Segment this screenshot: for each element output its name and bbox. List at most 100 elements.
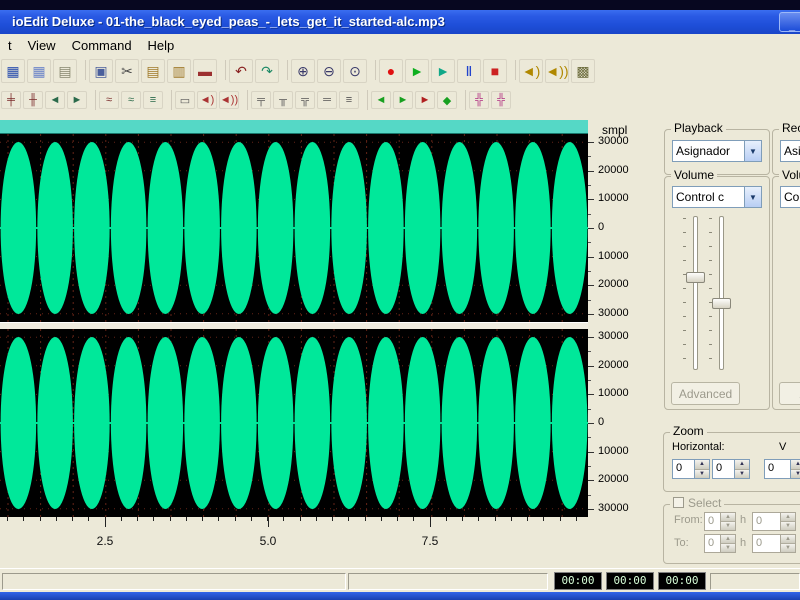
zoom-horizontal-spinner[interactable]: 0 ▲ ▼ [672,459,710,479]
pause-button[interactable]: Ⅱ [457,59,481,83]
spinner-buttons[interactable]: ▲ ▼ [734,460,749,478]
ruler-major-tick [105,517,106,527]
ruler-minor-tick [527,517,528,521]
fade-out-button[interactable]: ► [393,91,413,109]
status-panel [2,573,346,590]
play-button[interactable]: ► [405,59,429,83]
cue-3-button[interactable]: ╦ [295,91,315,109]
select-from-value: 0 [705,513,720,530]
region-start-button[interactable]: ◄ [45,91,65,109]
grid-mode-button[interactable]: ≡ [339,91,359,109]
zoom-in-button[interactable]: ⊕ [291,59,315,83]
copy-button[interactable]: ▣ [89,59,113,83]
volume-slider-left[interactable] [682,214,706,372]
menu-t[interactable]: t [0,34,20,53]
cut-button[interactable]: ✂ [115,59,139,83]
waveform-channel-right[interactable] [0,329,588,517]
waveform-channel-left[interactable] [0,134,588,322]
zoom-vertical-spinner[interactable]: 0 ▲ ▼ [764,459,800,479]
volume-control-dropdown[interactable]: Control c ▼ [672,186,762,208]
zoom-out-button[interactable]: ⊖ [317,59,341,83]
marker-clear-button[interactable]: ╫ [23,91,43,109]
time-display: 00:00 [606,572,654,590]
dropdown-arrow-icon[interactable]: ▼ [744,141,761,161]
spinner-buttons[interactable]: ▲ ▼ [790,460,800,478]
speaker-button[interactable]: ◄) [519,59,543,83]
spin-down-icon[interactable]: ▼ [791,470,800,479]
slider-track[interactable] [719,216,724,370]
wave-all-button[interactable]: ≡ [143,91,163,109]
ruler-minor-tick [7,517,8,521]
axis-tick [588,228,594,229]
spin-down-icon: ▼ [781,522,795,530]
spin-up-icon[interactable]: ▲ [695,460,709,470]
title-bar[interactable]: ioEdit Deluxe - 01-the_black_eyed_peas_-… [0,10,800,34]
playback-group-label: Playback [671,121,726,135]
mixer-button[interactable]: ▩ [571,59,595,83]
region-end-button[interactable]: ► [67,91,87,109]
speaker-test-button[interactable]: ◄)) [219,91,239,109]
record-volume-dropdown[interactable]: Cont [780,186,800,208]
record-volume-group-label: Volu [779,168,800,182]
paste-button[interactable]: ▤ [141,59,165,83]
record-device-dropdown[interactable]: Asigna [780,140,800,162]
menu-view[interactable]: View [20,34,64,53]
undo-button[interactable]: ↶ [229,59,253,83]
axis-tick [588,452,594,453]
cue-2-button[interactable]: ╥ [273,91,293,109]
overview-position-bar[interactable] [0,120,588,134]
fade-in-button[interactable]: ◄ [371,91,391,109]
slider-track[interactable] [693,216,698,370]
ruler-minor-tick [251,517,252,521]
menu-help[interactable]: Help [140,34,183,53]
wave-fit-button[interactable]: ≈ [121,91,141,109]
spin-down-icon[interactable]: ▼ [735,470,749,479]
marker-drop-button[interactable]: ╪ [1,91,21,109]
speaker-loud-button[interactable]: ◄)) [545,59,569,83]
wave-view-button[interactable]: ≈ [99,91,119,109]
axis-label: 0 [598,221,604,233]
ruler-mode-button[interactable]: ═ [317,91,337,109]
save-as-button[interactable]: ▦ [27,59,51,83]
spin-up-icon[interactable]: ▲ [735,460,749,470]
select-from-spinner-2: 0 ▲ ▼ [752,512,796,531]
spin-down-icon[interactable]: ▼ [695,470,709,479]
dropdown-arrow-icon[interactable]: ▼ [744,187,761,207]
join-marker-button[interactable]: ╬ [491,91,511,109]
zoom-horizontal-spinner-2[interactable]: 0 ▲ ▼ [712,459,750,479]
volume-slider-right[interactable] [708,214,732,372]
minimize-button[interactable]: _ [779,12,800,32]
axis-minor-tick [588,437,591,438]
save-button[interactable]: ▦ [1,59,25,83]
ruler-minor-tick [560,517,561,521]
redo-button[interactable]: ↷ [255,59,279,83]
zoom-horizontal-value-2: 0 [713,460,734,478]
envelope-button[interactable]: ◆ [437,91,457,109]
cue-1-button[interactable]: ╤ [251,91,271,109]
split-marker-button[interactable]: ╬ [469,91,489,109]
file-info-button[interactable]: ▤ [53,59,77,83]
play-selection-button[interactable]: ► [415,91,435,109]
spinner-buttons[interactable]: ▲ ▼ [694,460,709,478]
toolbar-separator [282,60,288,80]
slider-thumb[interactable] [686,272,705,283]
play-loop-button[interactable]: ► [431,59,455,83]
delete-selection-button[interactable]: ▬ [193,59,217,83]
spin-up-icon[interactable]: ▲ [791,460,800,470]
stop-button[interactable]: ■ [483,59,507,83]
axis-minor-tick [588,156,591,157]
slider-thumb[interactable] [712,298,731,309]
menu-command[interactable]: Command [64,34,140,53]
record-button[interactable]: ● [379,59,403,83]
silence-button[interactable]: ▭ [175,91,195,109]
playback-device-value: Asignador [673,141,744,161]
speaker-small-button[interactable]: ◄) [197,91,217,109]
paste-mix-button[interactable]: ▥ [167,59,191,83]
ruler-minor-tick [170,517,171,521]
playback-device-dropdown[interactable]: Asignador ▼ [672,140,762,162]
time-ruler[interactable]: 2.55.07.5 [0,517,588,559]
zoom-all-button[interactable]: ⊙ [343,59,367,83]
ruler-minor-tick [121,517,122,521]
ruler-minor-tick [283,517,284,521]
spin-down-icon: ▼ [781,544,795,552]
